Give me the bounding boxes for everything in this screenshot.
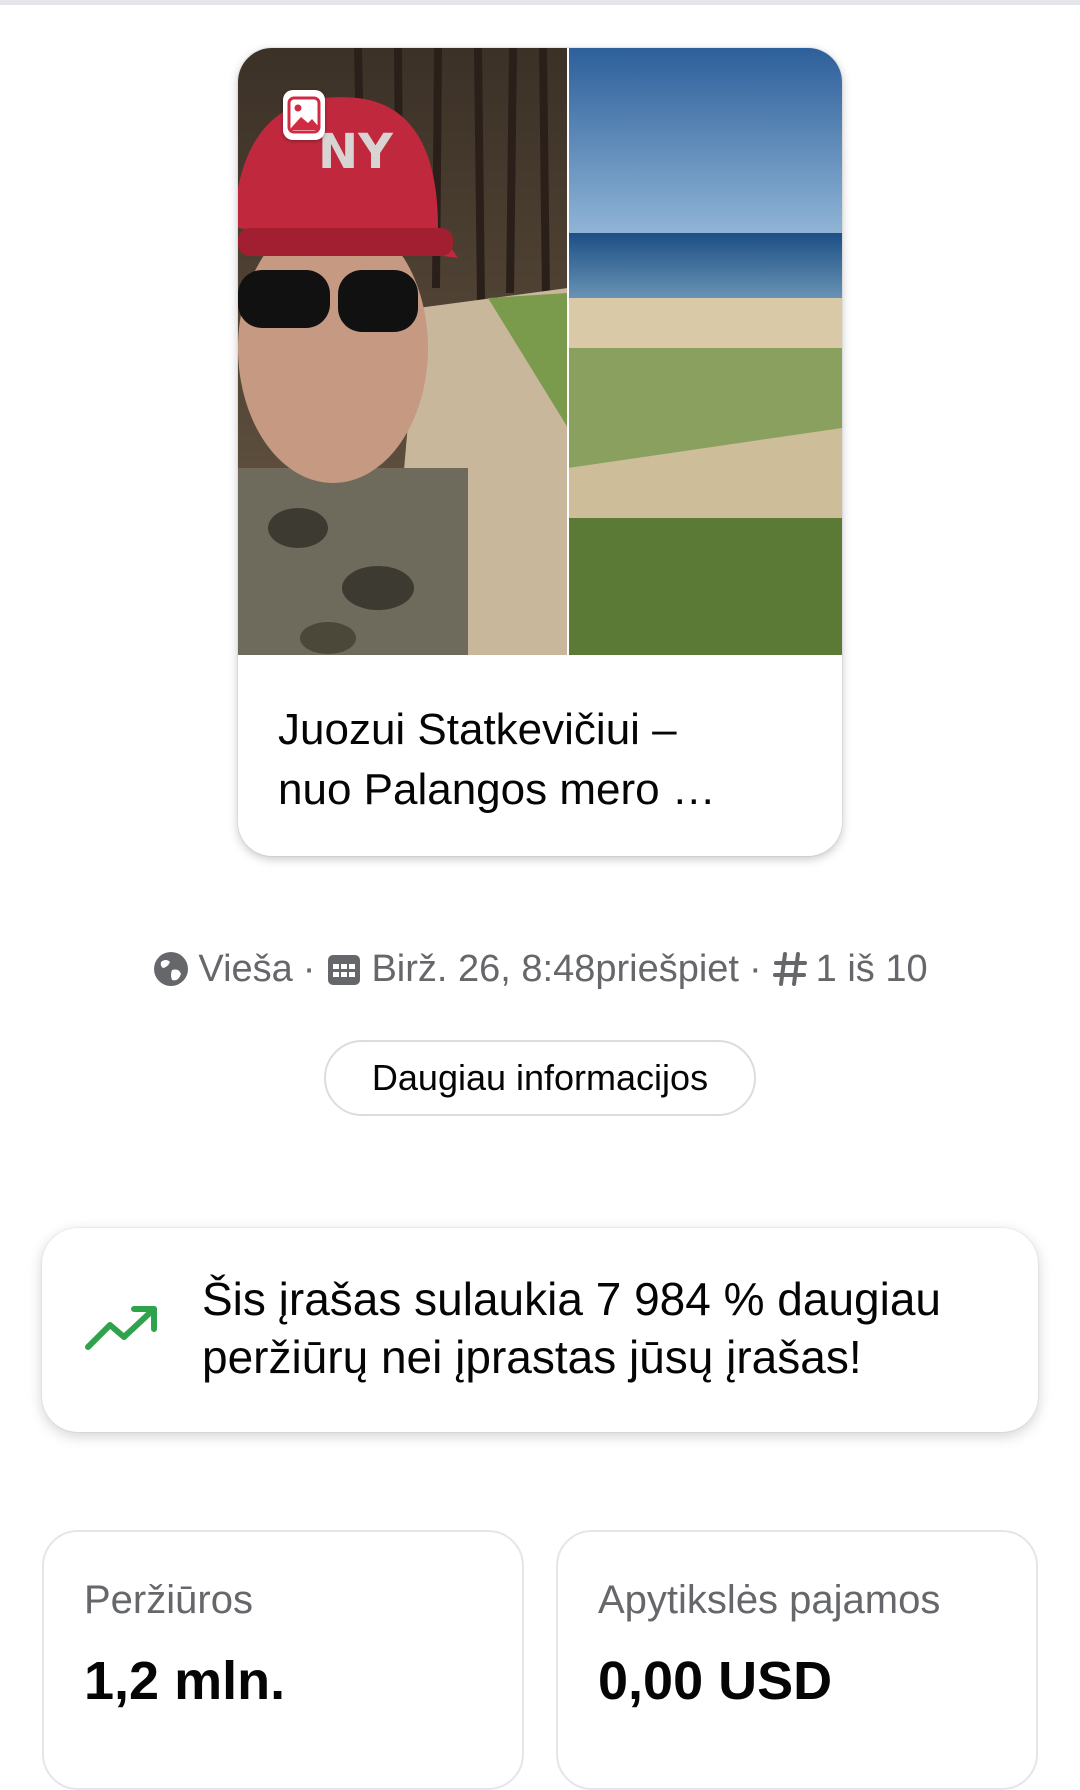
insight-banner: Šis įrašas sulaukia 7 984 % daugiau perž… [42,1228,1038,1432]
photo-icon [283,90,325,140]
audience-label: Vieša [198,947,293,990]
trending-up-icon [84,1303,160,1358]
post-photo-collage: NY [238,48,842,655]
top-divider [0,0,1080,5]
more-info-button[interactable]: Daugiau informacijos [324,1040,756,1116]
post-meta: Vieša · Birž. 26, 8:48priešpiet · 1 iš 1… [0,944,1080,994]
earnings-value: 0,00 USD [598,1651,833,1711]
earnings-label: Apytikslės pajamos [598,1578,941,1622]
post-title[interactable]: Juozui Statkevičiui – nuo Palangos mero … [278,700,798,820]
earnings-stat-card[interactable]: Apytikslės pajamos 0,00 USD [556,1530,1038,1790]
insight-text: Šis įrašas sulaukia 7 984 % daugiau perž… [202,1273,942,1383]
post-date: Birž. 26, 8:48priešpiet [371,947,739,990]
calendar-icon [325,950,363,988]
post-preview-card[interactable]: NY Juozui Statkevičiui – nuo Palangos me… [238,48,842,856]
post-image[interactable]: NY [238,48,842,655]
views-label: Peržiūros [84,1578,253,1622]
meta-separator: · [748,947,762,990]
views-value: 1,2 mln. [84,1651,286,1711]
hashtag-icon [772,950,808,988]
views-stat-card[interactable]: Peržiūros 1,2 mln. [42,1530,524,1790]
post-rank: 1 iš 10 [815,947,928,990]
svg-text:NY: NY [318,124,394,180]
globe-icon [152,950,190,988]
meta-separator: · [302,947,316,990]
